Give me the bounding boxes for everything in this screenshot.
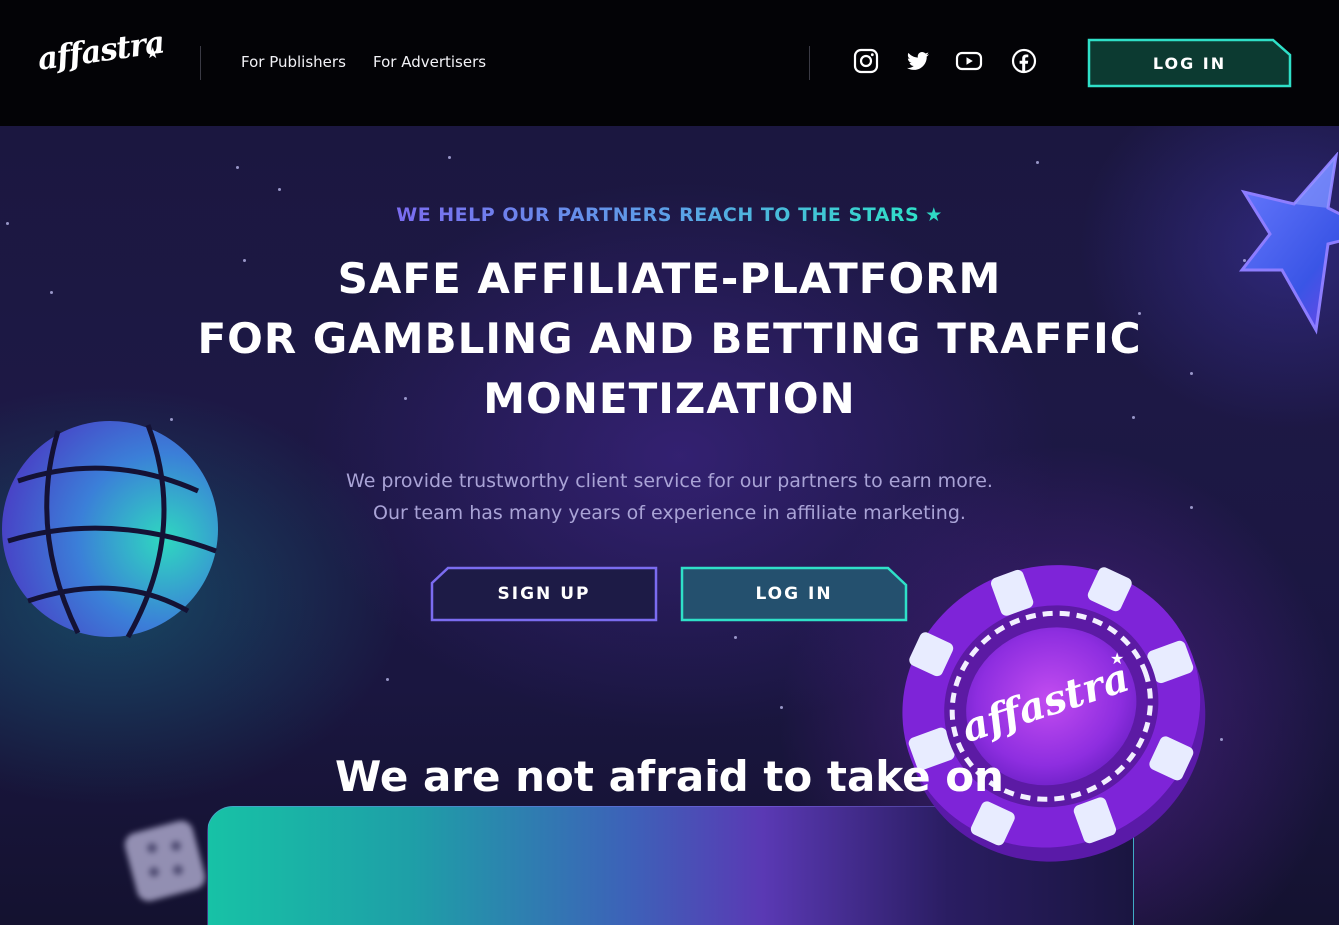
- hero-login-label: LOG IN: [755, 584, 833, 604]
- signup-label: SIGN UP: [497, 584, 591, 604]
- hero-login-button[interactable]: LOG IN: [680, 566, 908, 622]
- hero-section: WE HELP OUR PARTNERS REACH TO THE STARS ★…: [0, 126, 1339, 925]
- site-header: affastra ★ For Publishers For Advertiser…: [0, 0, 1339, 126]
- logo-star-icon: ★: [146, 44, 160, 62]
- headline-line-1: SAFE AFFILIATE-PLATFORM: [337, 254, 1002, 303]
- chip-logo-star-icon: ★: [1110, 649, 1124, 668]
- twitter-icon[interactable]: [904, 47, 932, 75]
- hero-signup-button[interactable]: SIGN UP: [430, 566, 658, 622]
- nav-link-advertisers[interactable]: For Advertisers: [373, 53, 486, 71]
- basketball-decoration: [2, 421, 218, 639]
- youtube-icon[interactable]: [955, 47, 983, 75]
- star-dot: [734, 636, 737, 639]
- facebook-icon[interactable]: [1010, 47, 1038, 75]
- hero-description-line-1: We provide trustworthy client service fo…: [346, 470, 993, 492]
- star-dot: [278, 188, 281, 191]
- header-login-button[interactable]: LOG IN: [1087, 38, 1292, 88]
- star-dot: [1220, 738, 1223, 741]
- section-title: We are not afraid to take on: [335, 752, 1004, 801]
- star-dot: [236, 166, 239, 169]
- dice-decoration: [124, 820, 206, 902]
- star-dot: [780, 706, 783, 709]
- star-dot: [386, 678, 389, 681]
- instagram-icon[interactable]: [852, 47, 880, 75]
- star-dot: [1036, 161, 1039, 164]
- tagline-star-icon: ★: [925, 204, 943, 226]
- star-dot: [448, 156, 451, 159]
- tagline-text: WE HELP OUR PARTNERS REACH TO THE STARS: [396, 204, 920, 226]
- nav-link-publishers[interactable]: For Publishers: [241, 53, 346, 71]
- hero-tagline: WE HELP OUR PARTNERS REACH TO THE STARS ★: [0, 204, 1339, 226]
- header-divider-left: [200, 46, 201, 80]
- headline-line-3: MONETIZATION: [483, 374, 856, 423]
- header-divider-right: [809, 46, 810, 80]
- headline-line-2: FOR GAMBLING AND BETTING TRAFFIC: [197, 314, 1142, 363]
- hero-description-line-2: Our team has many years of experience in…: [373, 502, 966, 524]
- header-login-label: LOG IN: [1152, 53, 1227, 73]
- brand-logo[interactable]: affastra ★: [35, 24, 166, 84]
- poker-chip-decoration: affastra ★: [902, 565, 1206, 862]
